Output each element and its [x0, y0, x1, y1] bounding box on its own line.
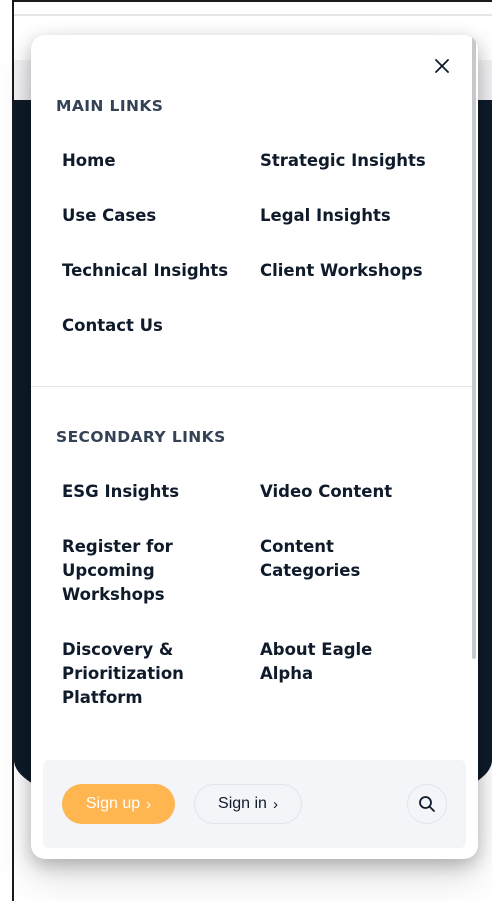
close-icon [435, 59, 449, 73]
secondary-links-heading: SECONDARY LINKS [56, 428, 226, 446]
sign-in-label: Sign in [218, 795, 267, 812]
link-strategic-insights[interactable]: Strategic Insights [260, 149, 460, 173]
menu-scrollbar[interactable] [472, 35, 476, 659]
main-links-heading: MAIN LINKS [56, 97, 164, 115]
link-technical-insights[interactable]: Technical Insights [62, 259, 257, 283]
sign-up-label: Sign up [85, 795, 141, 812]
chevron-right-icon: › [146, 795, 152, 813]
window-frame-inner [14, 14, 492, 16]
link-use-cases[interactable]: Use Cases [62, 204, 237, 228]
link-contact-us[interactable]: Contact Us [62, 314, 237, 338]
search-button[interactable] [407, 784, 447, 824]
link-legal-insights[interactable]: Legal Insights [260, 204, 460, 228]
section-divider [31, 386, 472, 387]
link-esg-insights[interactable]: ESG Insights [62, 480, 237, 504]
link-client-workshops[interactable]: Client Workshops [260, 259, 460, 283]
link-discovery-platform[interactable]: Discovery & Prioritization Platform [62, 638, 202, 710]
window-frame-left [12, 0, 14, 901]
link-home[interactable]: Home [62, 149, 237, 173]
close-button[interactable] [431, 55, 453, 77]
search-icon [419, 796, 435, 812]
link-register-workshops[interactable]: Register for Upcoming Workshops [62, 535, 202, 607]
viewport: MAIN LINKS Home Strategic Insights Use C… [0, 0, 492, 901]
menu-actions-bar: Sign up › Sign in › [43, 760, 466, 848]
link-content-categories[interactable]: Content Categories [260, 535, 380, 583]
sign-in-button[interactable]: Sign in › [194, 784, 302, 824]
sign-up-button[interactable]: Sign up › [62, 784, 175, 824]
navigation-menu: MAIN LINKS Home Strategic Insights Use C… [31, 35, 478, 859]
link-video-content[interactable]: Video Content [260, 480, 460, 504]
link-about-eagle-alpha[interactable]: About Eagle Alpha [260, 638, 390, 686]
chevron-right-icon: › [272, 795, 278, 813]
